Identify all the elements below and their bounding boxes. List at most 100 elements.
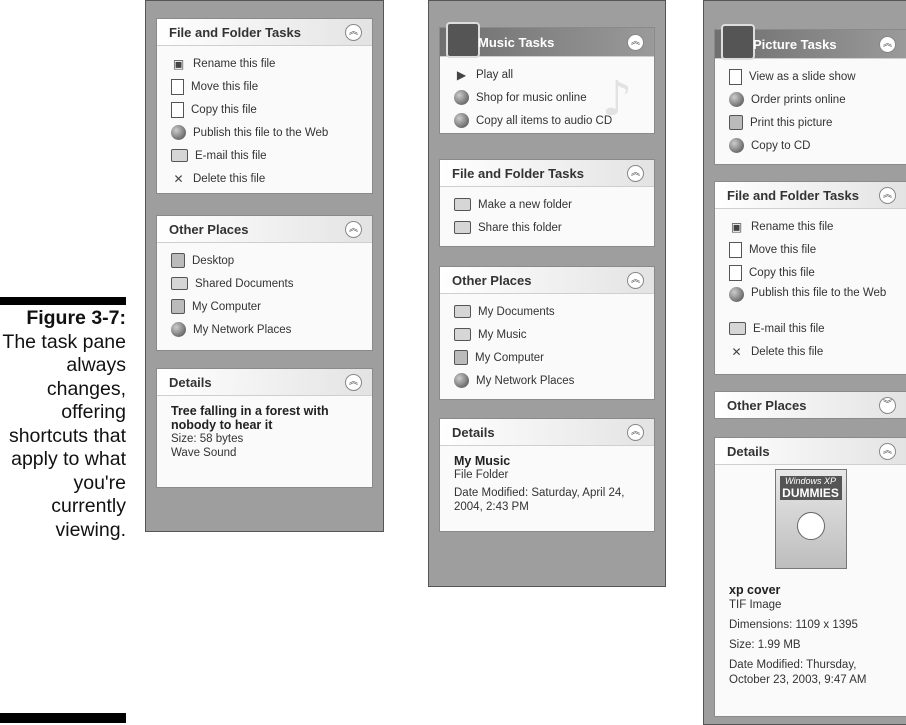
task-label: E-mail this file [195,149,267,162]
task-delete-file[interactable]: ✕ Delete this file [729,340,896,363]
cover-title-line: DUMMIES [779,486,842,500]
panel-header[interactable]: Other Places ︽ [440,267,654,294]
task-copy-file[interactable]: Copy this file [729,261,896,284]
task-share-folder[interactable]: Share this folder [454,216,644,239]
task-label: Publish this file to the Web [193,126,329,139]
task-email-file[interactable]: E-mail this file [729,317,896,340]
collapse-chevron-icon[interactable]: ︽ [627,34,644,51]
move-icon [171,78,184,95]
print-icon [729,115,743,130]
other-places-panel: Other Places ︽ My Documents My Music My … [439,266,655,400]
copy-icon [729,264,742,281]
picture-size: Size: 1.99 MB [729,639,801,651]
task-move-file[interactable]: Move this file [171,75,362,98]
slideshow-icon [729,68,742,85]
panel-title: File and Folder Tasks [169,25,301,40]
folder-name: My Music [454,454,511,468]
place-label: My Computer [192,300,262,313]
collapse-chevron-icon[interactable]: ︽ [345,374,362,391]
collapse-chevron-icon[interactable]: ︽ [879,443,896,460]
dummies-mascot-icon [796,512,825,540]
panel-header[interactable]: Details ︽ [157,369,372,396]
cd-icon [454,113,469,128]
task-label: E-mail this file [753,322,825,335]
panel-header[interactable]: Picture Tasks ︽ [715,24,906,60]
caption-text-block: Figure 3-7: The task pane always changes… [0,307,126,542]
cover-title-line: Windows XP [779,476,842,486]
task-print-picture[interactable]: Print this picture [729,111,896,134]
place-my-music[interactable]: My Music [454,323,644,346]
task-slide-show[interactable]: View as a slide show [729,65,896,88]
panel-header[interactable]: File and Folder Tasks ︽ [157,19,372,46]
collapse-chevron-icon[interactable]: ︽ [627,424,644,441]
panel-header[interactable]: Details ︽ [715,438,906,465]
panel-header[interactable]: Other Places ︽ [157,216,372,243]
task-new-folder[interactable]: Make a new folder [454,193,644,216]
place-label: My Computer [475,351,545,364]
place-network[interactable]: My Network Places [171,318,362,341]
publish-web-icon [171,125,186,140]
delete-icon: ✕ [731,344,742,359]
panel-header[interactable]: Details ︽ [440,419,654,446]
place-my-documents[interactable]: My Documents [454,300,644,323]
panel-title: Other Places [169,222,249,237]
folder-icon [454,328,471,341]
task-label: Move this file [749,243,817,256]
picture-date-modified: Date Modified: Thursday, October 23, 200… [729,659,867,686]
panel-title: File and Folder Tasks [727,188,859,203]
task-copy-file[interactable]: Copy this file [171,98,362,121]
place-my-computer[interactable]: My Computer [454,346,644,369]
panel-header[interactable]: File and Folder Tasks ︽ [440,160,654,187]
place-my-computer[interactable]: My Computer [171,295,362,318]
delete-icon: ✕ [173,171,184,186]
collapse-chevron-icon[interactable]: ︽ [345,221,362,238]
caption-bottom-rule [0,713,126,723]
picture-thumbnail: Windows XP DUMMIES [774,469,847,569]
email-icon [729,322,746,335]
task-rename-file[interactable]: ▣ Rename this file [171,52,362,75]
task-rename-file[interactable]: ▣ Rename this file [729,215,896,238]
task-publish-web[interactable]: Publish this file to the Web [729,284,896,317]
task-label: Play all [476,68,514,81]
place-shared-documents[interactable]: Shared Documents [171,272,362,295]
task-label: Copy all items to audio CD [476,114,613,127]
picture-dimensions: Dimensions: 1109 x 1395 [729,619,858,631]
share-folder-icon [454,221,471,234]
panel-header[interactable]: Other Places ︾ [715,392,906,418]
task-delete-file[interactable]: ✕ Delete this file [171,167,362,190]
file-folder-tasks-panel: File and Folder Tasks ︽ ▣ Rename this fil… [156,18,373,194]
file-folder-tasks-panel: File and Folder Tasks ︽ Make a new folde… [439,159,655,247]
task-pane-sound-file: File and Folder Tasks ︽ ▣ Rename this fil… [145,0,384,532]
expand-chevron-icon[interactable]: ︾ [879,397,896,414]
task-label: Share this folder [478,221,562,234]
task-order-prints[interactable]: Order prints online [729,88,896,111]
collapse-chevron-icon[interactable]: ︽ [627,272,644,289]
panel-title: Picture Tasks [753,37,837,52]
shop-globe-icon [454,90,469,105]
task-publish-web[interactable]: Publish this file to the Web [171,121,362,144]
order-prints-icon [729,92,744,107]
task-pane-picture-file: Picture Tasks ︽ View as a slide show Ord… [703,0,906,725]
task-move-file[interactable]: Move this file [729,238,896,261]
place-desktop[interactable]: Desktop [171,249,362,272]
task-label: Rename this file [751,220,834,233]
place-label: Shared Documents [195,277,294,290]
picture-type: TIF Image [729,599,782,611]
documents-icon [454,305,471,318]
collapse-chevron-icon[interactable]: ︽ [879,187,896,204]
desktop-icon [171,253,185,268]
task-copy-cd[interactable]: Copy to CD [729,134,896,157]
task-email-file[interactable]: E-mail this file [171,144,362,167]
collapse-chevron-icon[interactable]: ︽ [879,36,896,53]
collapse-chevron-icon[interactable]: ︽ [627,165,644,182]
task-label: Shop for music online [476,91,587,104]
panel-title: Details [452,425,495,440]
panel-header[interactable]: File and Folder Tasks ︽ [715,182,906,209]
music-note-icon [446,22,480,58]
other-places-panel: Other Places ︽ Desktop Shared Documents … [156,215,373,351]
panel-header[interactable]: Music Tasks ︽ [440,22,654,58]
panel-title: Other Places [452,273,532,288]
rename-icon: ▣ [172,56,185,71]
collapse-chevron-icon[interactable]: ︽ [345,24,362,41]
place-network[interactable]: My Network Places [454,369,644,392]
